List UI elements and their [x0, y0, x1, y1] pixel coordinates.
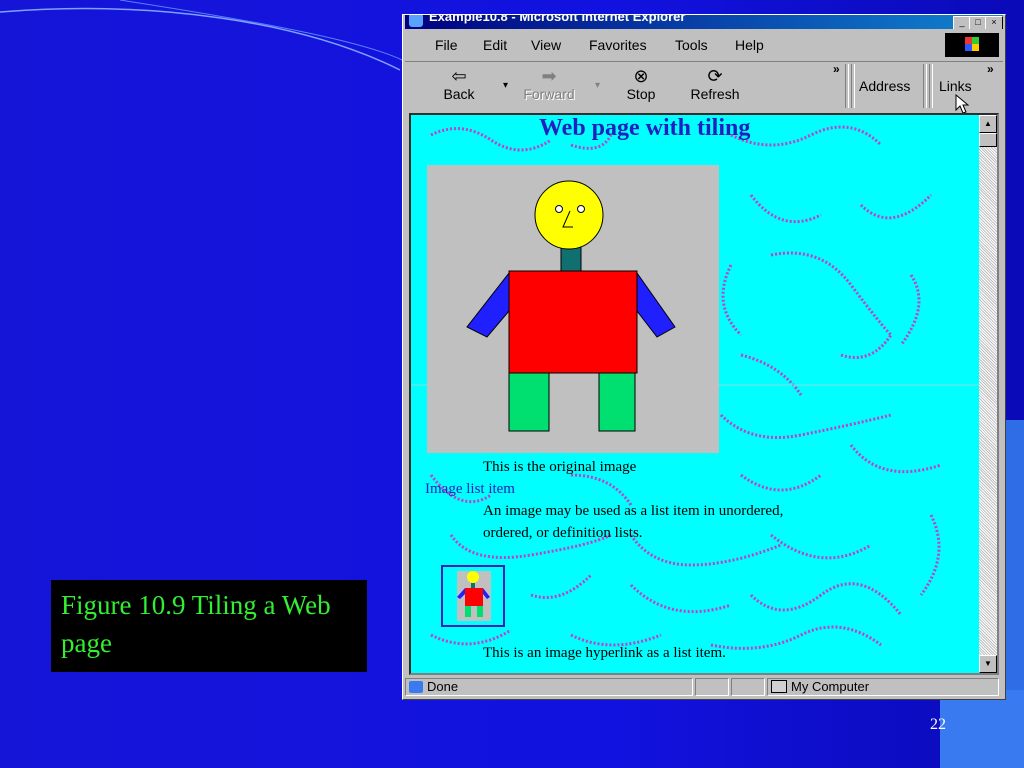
- status-panel-blank: [695, 678, 729, 696]
- slide-number: 22: [930, 716, 946, 733]
- status-panel-main: Done: [405, 678, 693, 696]
- forward-label: Forward: [523, 86, 575, 102]
- toolbar-separator: [929, 64, 933, 108]
- status-panel-blank: [731, 678, 765, 696]
- toolbar-separator: [923, 64, 927, 108]
- menu-favorites[interactable]: Favorites: [589, 37, 647, 53]
- list-item-description-line1: An image may be used as a list item in u…: [483, 503, 784, 519]
- menu-help[interactable]: Help: [735, 37, 764, 53]
- refresh-label: Refresh: [690, 86, 740, 102]
- close-button[interactable]: ×: [985, 16, 1003, 29]
- robot-image: [427, 165, 719, 453]
- toolbar-separator: [845, 64, 849, 108]
- stop-icon: ⊗: [633, 66, 649, 86]
- status-text: Done: [427, 679, 459, 694]
- robot-figure-icon: [466, 180, 676, 432]
- menu-file[interactable]: File: [435, 37, 458, 53]
- back-button[interactable]: ⇦ Back: [429, 66, 489, 102]
- forward-dropdown-icon[interactable]: ▾: [595, 80, 600, 91]
- back-arrow-icon: ⇦: [451, 66, 467, 86]
- image-list-item-link[interactable]: Image list item: [425, 481, 515, 498]
- status-bar: Done My Computer: [405, 677, 1003, 697]
- stop-label: Stop: [626, 86, 656, 102]
- forward-arrow-icon: ➡: [541, 66, 557, 86]
- links-more-chevron-icon[interactable]: »: [987, 62, 994, 76]
- back-dropdown-icon[interactable]: ▾: [503, 80, 508, 91]
- status-panel-zone: My Computer: [767, 678, 999, 696]
- scroll-down-arrow-icon[interactable]: ▼: [979, 655, 997, 673]
- scroll-up-arrow-icon[interactable]: ▲: [979, 115, 997, 133]
- refresh-button[interactable]: ⟳ Refresh: [685, 66, 745, 102]
- image-hyperlink-caption: This is an image hyperlink as a list ite…: [483, 645, 726, 661]
- windows-logo-icon: [945, 33, 999, 57]
- browser-window: Example10.8 - Microsoft Internet Explore…: [402, 14, 1006, 700]
- ie-logo-icon: [409, 15, 423, 27]
- small-robot-icon: [457, 571, 491, 621]
- corner-decoration: [1005, 420, 1024, 700]
- stop-button[interactable]: ⊗ Stop: [611, 66, 671, 102]
- scroll-thumb[interactable]: [979, 133, 997, 147]
- address-bar-label[interactable]: Address: [859, 78, 910, 94]
- menu-bar: File Edit View Favorites Tools Help: [405, 31, 1003, 59]
- list-item-description-line2: ordered, or definition lists.: [483, 525, 643, 541]
- zone-text: My Computer: [791, 679, 870, 694]
- window-title: Example10.8 - Microsoft Internet Explore…: [429, 15, 686, 24]
- refresh-icon: ⟳: [707, 66, 723, 86]
- corner-decoration: [940, 690, 1024, 768]
- page-done-icon: [409, 681, 423, 693]
- robot-hyperlink-thumbnail[interactable]: [441, 565, 505, 627]
- menu-tools[interactable]: Tools: [675, 37, 708, 53]
- menu-view[interactable]: View: [531, 37, 561, 53]
- toolbar-separator: [851, 64, 855, 108]
- vertical-scrollbar[interactable]: ▲ ▼: [979, 115, 997, 673]
- links-bar-label[interactable]: Links: [939, 78, 972, 94]
- page-heading: Web page with tiling: [539, 115, 751, 141]
- original-image-caption: This is the original image: [483, 459, 637, 475]
- computer-icon: [771, 680, 787, 693]
- menu-edit[interactable]: Edit: [483, 37, 507, 53]
- title-bar: Example10.8 - Microsoft Internet Explore…: [405, 15, 1003, 29]
- back-label: Back: [443, 86, 475, 102]
- toolbar-more-chevron-icon[interactable]: »: [833, 62, 840, 76]
- forward-button[interactable]: ➡ Forward: [519, 66, 579, 102]
- toolbar: ⇦ Back ▾ ➡ Forward ▾ ⊗ Stop ⟳ Refresh » …: [405, 61, 1003, 114]
- page-viewport: Web page with tiling This is the origina…: [409, 113, 999, 675]
- figure-caption: Figure 10.9 Tiling a Web page: [51, 580, 367, 672]
